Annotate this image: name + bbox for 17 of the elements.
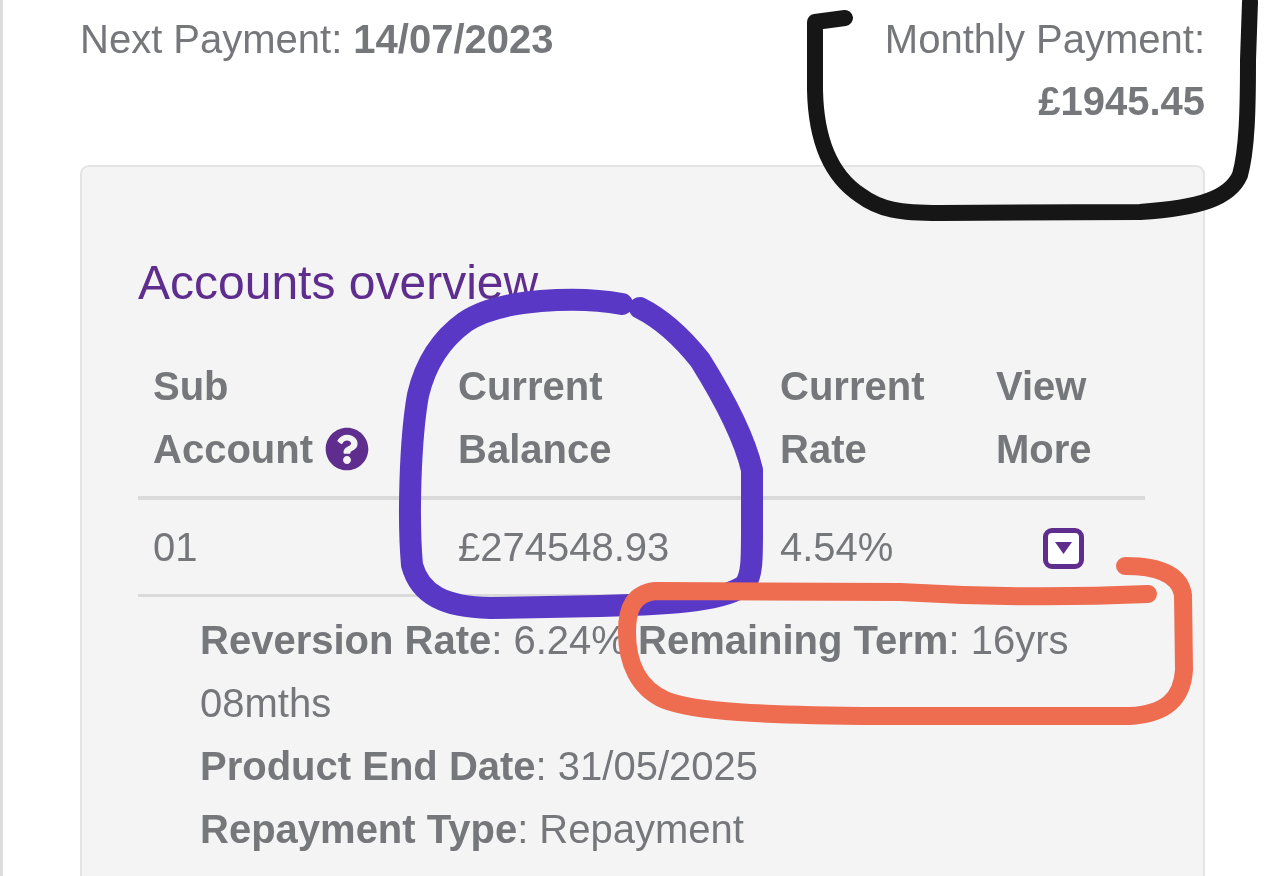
detail-text: Product End Date: 31/05/2025 xyxy=(200,743,759,790)
expand-toggle-button[interactable] xyxy=(1042,527,1084,569)
section-title: Accounts overview xyxy=(138,255,540,311)
next-payment-label: Next Payment: xyxy=(80,16,343,63)
column-header: View More xyxy=(996,363,1092,473)
monthly-payment-amount: £1945.45 xyxy=(1038,78,1205,125)
help-icon[interactable] xyxy=(325,427,369,471)
table-cell: 4.54% xyxy=(765,500,981,597)
column-header: Current Balance xyxy=(458,363,612,473)
caret-icon xyxy=(1054,542,1072,554)
table-cell: 01 xyxy=(138,500,443,597)
monthly-payment-label: Monthly Payment: xyxy=(884,16,1205,63)
column-header: Current Rate xyxy=(780,363,925,473)
next-payment-date: 14/07/2023 xyxy=(353,16,554,63)
detail-text: Repayment Type: Repayment xyxy=(200,806,745,853)
column-header: Sub Account xyxy=(153,363,313,473)
table-cell: £274548.93 xyxy=(443,500,765,597)
